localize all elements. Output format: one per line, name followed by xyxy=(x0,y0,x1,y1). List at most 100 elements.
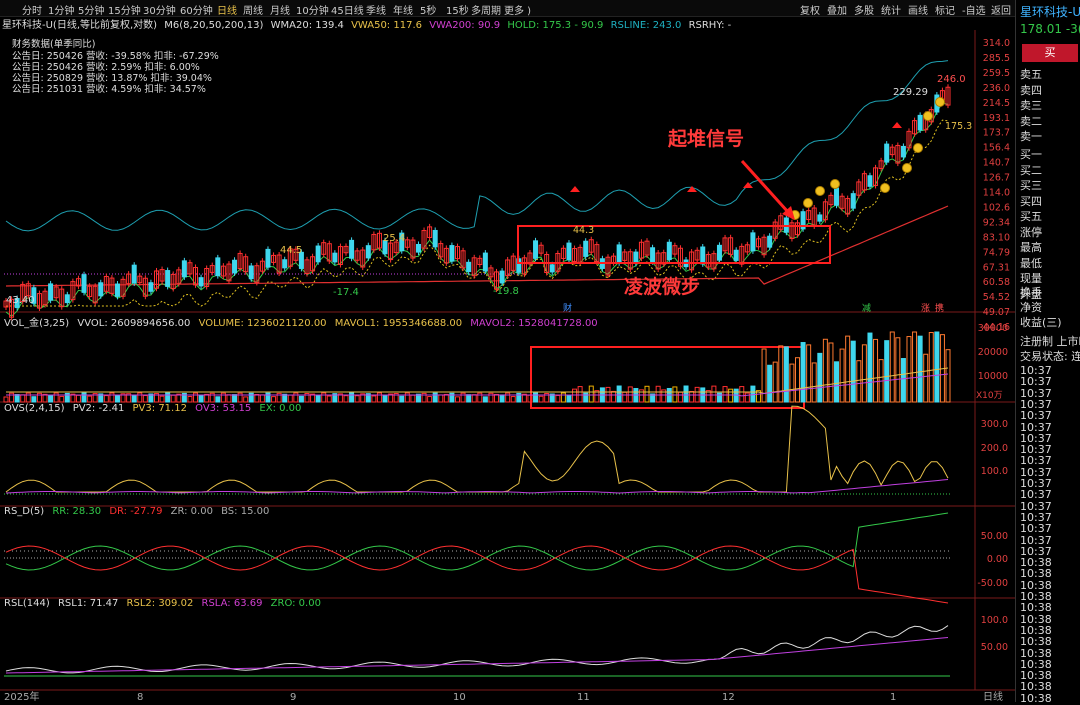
x-axis-label: 11 xyxy=(577,692,590,702)
volume-bar xyxy=(683,385,689,403)
price-tick: 54.52 xyxy=(983,292,1010,303)
candle-body xyxy=(165,270,171,287)
price-tick: 314.0 xyxy=(983,38,1010,49)
candle-body xyxy=(700,246,706,265)
volume-bar xyxy=(711,385,717,403)
candle-body xyxy=(482,252,488,272)
period-tab[interactable]: 月线 xyxy=(270,2,290,17)
volume-bar xyxy=(850,340,856,403)
volume-bar xyxy=(187,395,193,403)
volume-bar xyxy=(917,335,923,403)
candle-body xyxy=(884,143,890,163)
toolbar-tool[interactable]: 多股 xyxy=(854,2,874,17)
rsd-tick: 50.00 xyxy=(981,531,1008,542)
candle-body xyxy=(549,264,555,273)
candle-body xyxy=(365,245,371,259)
period-tab[interactable]: 45日线 xyxy=(331,2,364,17)
volume-bar xyxy=(399,395,405,403)
mark-label: 44.3 xyxy=(573,225,594,236)
candle-body xyxy=(850,193,856,209)
toolbar-tool[interactable]: 标记 xyxy=(935,2,955,17)
price-tick: 49.07 xyxy=(983,307,1010,318)
volume-bar xyxy=(588,385,594,403)
toolbar-tool[interactable]: -自选 xyxy=(962,2,986,17)
candle-body xyxy=(867,175,873,187)
candle-body xyxy=(248,265,254,280)
volume-bar xyxy=(226,394,232,403)
volume-bar xyxy=(889,331,895,403)
quote-field: 最低 xyxy=(1020,256,1042,270)
volume-bar xyxy=(371,395,377,403)
toolbar-tool[interactable]: 统计 xyxy=(881,2,901,17)
volume-bar xyxy=(577,386,583,403)
bs-label: BS: 15.00 xyxy=(221,506,270,517)
volume-bar xyxy=(438,394,444,403)
candle-body xyxy=(64,294,70,304)
buy-button[interactable]: 买 xyxy=(1022,44,1078,62)
x-axis-label: 1 xyxy=(890,692,896,702)
price-tick: 67.31 xyxy=(983,262,1010,273)
candle-body xyxy=(616,244,622,264)
period-tab[interactable]: 分时 xyxy=(22,2,42,17)
rsla-label: RSLA: 63.69 xyxy=(201,598,263,609)
toolbar-tool[interactable]: 叠加 xyxy=(827,2,847,17)
ovs-tick: 300.0 xyxy=(981,419,1008,430)
period-tab[interactable]: 15分钟 xyxy=(108,2,141,17)
ovs-legend: OVS(2,4,15) PV2: -2.41 PV3: 71.12 OV3: 5… xyxy=(4,403,306,414)
x-axis-label: 9 xyxy=(290,692,296,702)
price-tick: 214.5 xyxy=(983,98,1010,109)
volume-bar xyxy=(739,386,745,403)
x-axis-period: 日线 xyxy=(983,690,1003,702)
volume-bar xyxy=(672,386,678,403)
period-tab[interactable]: 5分钟 xyxy=(78,2,104,17)
period-tab[interactable]: 5秒 xyxy=(420,2,436,17)
candle-body xyxy=(131,264,137,284)
toolbar-tool[interactable]: 复权 xyxy=(800,2,820,17)
period-tab[interactable]: 周线 xyxy=(243,2,263,17)
volume-bar xyxy=(432,392,438,403)
quote-field: 涨停 xyxy=(1020,225,1042,239)
volume-bar xyxy=(861,344,867,403)
tag-label: 财 xyxy=(563,302,572,314)
coin-marker xyxy=(913,143,923,153)
volume-bar xyxy=(900,358,906,403)
period-tab[interactable]: 30分钟 xyxy=(143,2,176,17)
period-tab[interactable]: 1分钟 xyxy=(48,2,74,17)
volume-bar xyxy=(873,338,879,403)
rsl2-label: RSL2: 309.02 xyxy=(126,598,194,609)
volume-bar xyxy=(14,394,20,403)
volume-bar xyxy=(243,396,249,403)
period-tab[interactable]: 60分钟 xyxy=(180,2,213,17)
coin-marker xyxy=(880,183,890,193)
candle-body xyxy=(917,114,923,131)
period-tab[interactable]: 多周期 xyxy=(471,2,501,17)
volume-bar xyxy=(817,352,823,403)
period-tab[interactable]: 季线 xyxy=(366,2,386,17)
volume-bar xyxy=(560,392,566,403)
price-tick: 259.5 xyxy=(983,68,1010,79)
volume-bar xyxy=(928,332,934,403)
period-tab[interactable]: 15秒 xyxy=(446,2,469,17)
volume-bar xyxy=(109,392,115,403)
volume-bar xyxy=(505,392,511,403)
mark-label: 44.5 xyxy=(280,245,302,256)
volume-bar xyxy=(845,335,851,403)
toolbar-tool[interactable]: 画线 xyxy=(908,2,928,17)
volume-bar xyxy=(689,390,695,403)
candle-body xyxy=(733,249,739,261)
rsl-tick: 100.0 xyxy=(981,615,1008,626)
period-tab[interactable]: 年线 xyxy=(393,2,413,17)
period-tab[interactable]: 10分钟 xyxy=(296,2,329,17)
mark-label: 25.4 xyxy=(383,233,405,244)
price-tick: 114.0 xyxy=(983,188,1010,199)
volume-bar xyxy=(611,390,617,403)
period-tab[interactable]: 更多 ) xyxy=(504,2,531,17)
pv3-series xyxy=(5,405,949,493)
volume-bar xyxy=(25,392,31,403)
period-tab[interactable]: 日线 xyxy=(217,2,237,17)
toolbar-tool[interactable]: 返回 xyxy=(991,2,1011,17)
volume-bar xyxy=(795,357,801,403)
volume-bar xyxy=(20,394,26,403)
volume-bar xyxy=(884,340,890,403)
quote-status: 注册制 上市时 xyxy=(1020,335,1080,348)
